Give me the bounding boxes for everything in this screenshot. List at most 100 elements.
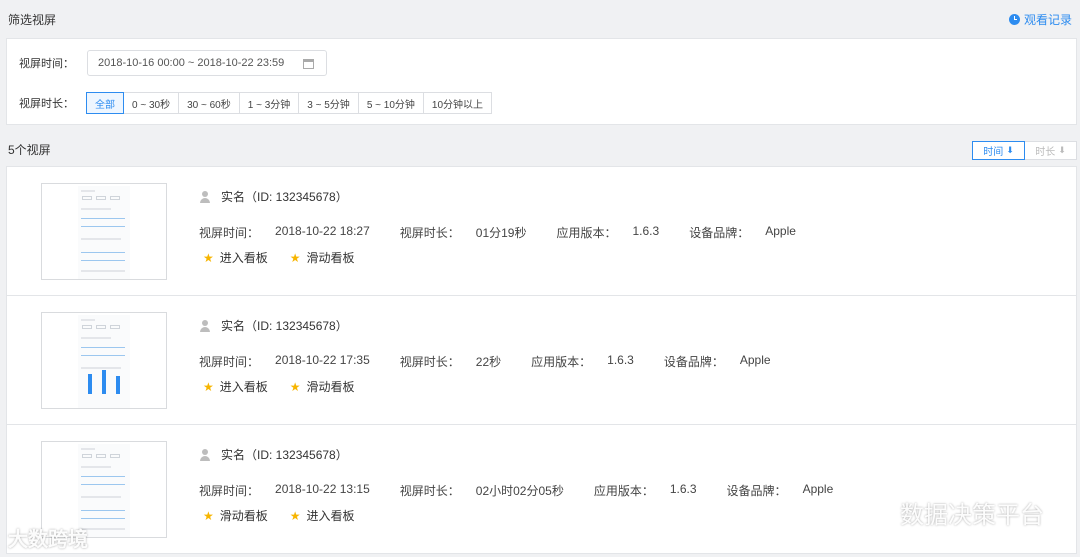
meta-label: 视屏时间： [199,484,260,498]
thumb-detail [96,196,106,200]
sort-button[interactable]: 时间 ⬇ [972,141,1025,160]
video-thumbnail[interactable] [41,183,167,280]
meta-label: 视屏时间： [199,226,260,240]
thumb-detail [81,270,125,272]
thumb-detail [81,260,125,261]
calendar-icon [303,59,314,69]
date-range-value: 2018-10-16 00:00 ~ 2018-10-22 23:59 [98,57,285,69]
action-label: 滑动看板 [306,251,355,265]
watermark-right-text: 数据决策平台 [900,502,1044,529]
enter-board-button[interactable]: ★ 进入看板 [290,507,355,524]
meta-value: 1.6.3 [669,482,697,496]
meta-value: 2018-10-22 17:35 [275,353,370,367]
thumb-detail [81,337,111,339]
video-meta: 视屏时间： 2018-10-22 18:27 视屏时长： 01分19秒 应用版本： 1.6… [199,224,826,241]
meta-item: 视屏时间： 2018-10-22 18:27 [199,224,370,241]
thumb-detail [81,252,125,253]
clock-icon [1008,13,1020,25]
meta-label: 视屏时长： [399,484,460,498]
thumb-detail [81,484,125,485]
watermark-right: 数据决策平台 [858,495,1044,530]
watch-record-link[interactable]: 观看记录 [1008,11,1072,28]
enter-board-button[interactable]: ★ 滑动看板 [290,378,355,395]
thumb-detail [110,325,120,329]
meta-item: 视屏时间： 2018-10-22 17:35 [199,353,370,370]
card-actions: ★ 进入看板 ★ 滑动看板 [203,378,377,395]
star-icon: ★ [203,508,214,523]
meta-value: Apple [765,224,796,238]
thumb-detail [81,208,111,210]
thumb-detail [82,196,92,200]
sort-button[interactable]: 时长 ⬇ [1024,141,1077,160]
user-name: 实名（ID: 132345678） [199,317,348,334]
video-thumbnail[interactable] [41,312,167,409]
video-card[interactable]: 实名（ID: 132345678） 视屏时间： 2018-10-22 18:27 视屏… [6,166,1077,296]
star-icon: ★ [289,379,301,394]
duration-option[interactable]: 5 ~ 10分钟 [357,92,424,114]
sort-button-label: 时间 [983,147,1004,158]
thumb-detail [81,496,121,498]
time-filter-label: 视屏时间： [19,58,74,70]
user-name: 实名（ID: 132345678） [199,446,348,463]
meta-value: 22秒 [475,355,502,369]
date-range-picker[interactable]: 2018-10-16 00:00 ~ 2018-10-22 23:59 [87,50,327,76]
time-filter-row: 视屏时间： 2018-10-16 00:00 ~ 2018-10-22 23:5… [19,50,327,76]
video-meta: 视屏时间： 2018-10-22 13:15 视屏时长： 02小时02分05秒 应用版本… [199,482,863,499]
thumb-detail [88,374,92,394]
thumb-detail [81,367,121,369]
action-label: 滑动看板 [219,509,268,523]
meta-value: 2018-10-22 18:27 [275,224,370,238]
meta-item: 视屏时长： 01分19秒 [400,224,527,241]
enter-board-button[interactable]: ★ 滑动看板 [203,507,268,524]
user-icon [199,190,211,203]
thumb-detail [116,376,120,394]
user-icon [199,448,211,461]
meta-value: 2018-10-22 13:15 [275,482,370,496]
action-label: 进入看板 [219,380,268,394]
duration-option[interactable]: 1 ~ 3分钟 [238,92,300,114]
video-card[interactable]: 实名（ID: 132345678） 视屏时间： 2018-10-22 17:35 视屏… [6,295,1077,425]
meta-value: 02小时02分05秒 [475,484,564,498]
thumb-detail [110,196,120,200]
meta-value: Apple [739,353,771,367]
duration-filter-row: 视屏时长： 全部 0 ~ 30秒 30 ~ 60秒 1 ~ 3分钟 3 ~ 5分钟 5 ~… [19,92,493,114]
thumbnail-screen [78,315,130,408]
meta-item: 应用版本： 1.6.3 [531,353,634,370]
sort-controls: 时间 ⬇ 时长 ⬇ [972,141,1077,160]
meta-item: 应用版本： 1.6.3 [556,224,659,241]
duration-options: 全部 0 ~ 30秒 30 ~ 60秒 1 ~ 3分钟 3 ~ 5分钟 5 ~ 10分钟 1… [86,92,493,114]
star-icon: ★ [203,250,214,265]
meta-value: 1.6.3 [632,224,660,238]
duration-option[interactable]: 全部 [86,92,124,114]
duration-option[interactable]: 0 ~ 30秒 [123,92,180,114]
meta-label: 视屏时间： [199,355,260,369]
duration-option[interactable]: 3 ~ 5分钟 [298,92,359,114]
thumb-detail [82,325,92,329]
meta-value: 01分19秒 [475,226,527,240]
thumb-detail [81,347,125,348]
meta-item: 应用版本： 1.6.3 [594,482,697,499]
duration-option[interactable]: 10分钟以上 [422,92,493,114]
card-actions: ★ 滑动看板 ★ 进入看板 [203,507,377,524]
thumb-detail [96,454,106,458]
filter-panel: 视屏时间： 2018-10-16 00:00 ~ 2018-10-22 23:5… [6,38,1077,125]
arrow-down-icon: ⬇ [1058,145,1066,155]
duration-option[interactable]: 30 ~ 60秒 [178,92,240,114]
user-label: 实名（ID: 132345678） [221,190,348,204]
sort-button-label: 时长 [1035,147,1056,158]
watermark-left: 大数跨境 [8,529,88,551]
enter-board-button[interactable]: ★ 滑动看板 [290,249,355,266]
enter-board-button[interactable]: ★ 进入看板 [203,249,268,266]
action-label: 进入看板 [219,251,268,265]
video-card[interactable]: 实名（ID: 132345678） 视屏时间： 2018-10-22 13:15 视屏… [6,424,1077,554]
star-icon: ★ [289,508,301,523]
enter-board-button[interactable]: ★ 进入看板 [203,378,268,395]
wechat-icon [858,501,894,527]
thumb-detail [81,355,125,356]
thumb-detail [81,238,121,240]
thumb-detail [81,319,95,321]
meta-item: 视屏时长： 02小时02分05秒 [400,482,564,499]
meta-label: 应用版本： [531,355,592,369]
top-bar: 筛选视屏 观看记录 [0,0,1080,38]
meta-label: 视屏时长： [399,226,460,240]
